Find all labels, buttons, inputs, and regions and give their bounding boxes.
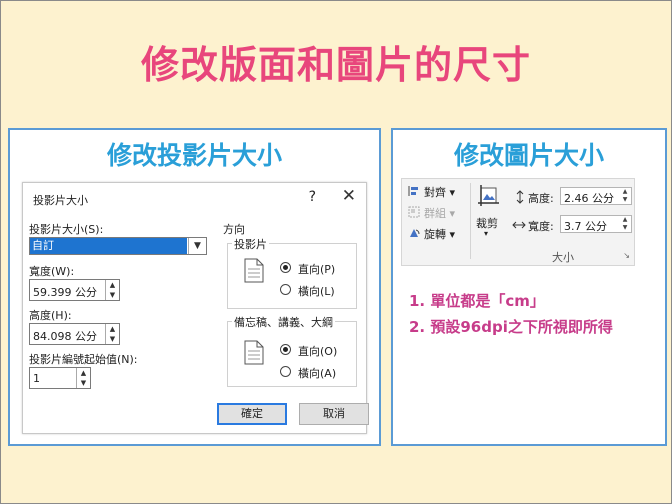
portrait-page-icon bbox=[244, 258, 264, 283]
crop-dropdown-icon[interactable]: ▾ bbox=[484, 229, 488, 238]
width-value: 3.7 公分 bbox=[564, 220, 607, 233]
notes-portrait-label: 直向(O) bbox=[298, 345, 338, 358]
numbering-label: 投影片編號起始值(N): bbox=[29, 353, 138, 366]
numbering-value: 1 bbox=[33, 372, 40, 385]
note-1: 1. 單位都是「cm」 bbox=[409, 292, 545, 310]
rotate-icon bbox=[410, 229, 420, 237]
notes-group-label: 備忘稿、講義、大綱 bbox=[232, 314, 335, 330]
group-label: 群組 bbox=[424, 207, 446, 220]
numbering-input[interactable]: 1 ▲ ▼ bbox=[29, 367, 91, 389]
slide-size-dialog: 投影片大小 ? ✕ 投影片大小(S): 自訂 ▼ 寬度(W): 59.399 公… bbox=[22, 182, 369, 434]
slide-size-heading: 修改投影片大小 bbox=[106, 141, 282, 170]
slides-landscape-label: 橫向(L) bbox=[298, 285, 335, 298]
rotate-label: 旋轉 bbox=[424, 228, 446, 241]
align-label: 對齊 bbox=[424, 186, 446, 199]
width-label: 寬度: bbox=[528, 220, 554, 233]
note-2: 2. 預設96dpi之下所視即所得 bbox=[409, 318, 613, 336]
width-spinner[interactable]: ▲ ▼ bbox=[619, 216, 631, 232]
size-group-label: 大小 bbox=[552, 251, 574, 264]
slides-portrait-radio[interactable] bbox=[280, 262, 291, 273]
align-button[interactable]: 對齊 ▾ bbox=[424, 184, 455, 200]
width-input[interactable]: 59.399 公分 ▲ ▼ bbox=[29, 279, 120, 301]
height-label: 高度(H): bbox=[29, 309, 72, 322]
notes-orientation-group: 備忘稿、講義、大綱 直向(O) 橫向(A) bbox=[227, 314, 357, 387]
slides-portrait-label: 直向(P) bbox=[298, 263, 336, 276]
slide-title: 修改版面和圖片的尺寸 bbox=[140, 43, 531, 87]
slides-landscape-radio[interactable] bbox=[280, 284, 291, 295]
crop-icon bbox=[478, 185, 499, 206]
slides-group-label: 投影片 bbox=[232, 236, 269, 252]
height-label: 高度: bbox=[528, 192, 554, 205]
height-spinner[interactable]: ▲ ▼ bbox=[619, 188, 631, 204]
orientation-label: 方向 bbox=[223, 223, 245, 236]
height-value: 2.46 公分 bbox=[564, 192, 614, 205]
height-input[interactable]: 2.46 公分 ▲ ▼ bbox=[560, 187, 632, 205]
notes-portrait-radio[interactable] bbox=[280, 344, 291, 355]
picture-size-panel: 修改圖片大小 對齊 ▾ 群組 ▾ 旋轉 ▾ 裁剪 ▾ 高度: 2.46 公分 ▲… bbox=[391, 128, 667, 446]
width-input[interactable]: 3.7 公分 ▲ ▼ bbox=[560, 215, 632, 233]
notes-page-icon bbox=[244, 340, 264, 365]
slide-size-panel: 修改投影片大小 投影片大小 ? ✕ 投影片大小(S): 自訂 ▼ 寬度(W): … bbox=[8, 128, 381, 446]
notes-landscape-radio[interactable] bbox=[280, 366, 291, 377]
height-icon bbox=[516, 190, 524, 204]
width-icon bbox=[512, 221, 526, 229]
help-button[interactable]: ? bbox=[309, 189, 316, 205]
slide-size-value: 自訂 bbox=[30, 238, 187, 254]
width-spinner[interactable]: ▲ ▼ bbox=[105, 280, 119, 300]
slide-size-select[interactable]: 自訂 ▼ bbox=[29, 237, 207, 255]
notes-landscape-label: 橫向(A) bbox=[298, 367, 337, 380]
height-spinner[interactable]: ▲ ▼ bbox=[105, 324, 119, 344]
cancel-button[interactable]: 取消 bbox=[299, 403, 369, 425]
chevron-down-icon[interactable]: ▼ bbox=[188, 238, 206, 254]
slides-orientation-group: 投影片 直向(P) 橫向(L) bbox=[227, 236, 357, 309]
group-button[interactable]: 群組 ▾ bbox=[424, 205, 455, 221]
picture-ribbon: 對齊 ▾ 群組 ▾ 旋轉 ▾ 裁剪 ▾ 高度: 2.46 公分 ▲ ▼ 寬度: … bbox=[401, 178, 635, 266]
dialog-launcher-icon[interactable]: ↘ bbox=[623, 251, 630, 260]
dialog-title: 投影片大小 bbox=[33, 194, 88, 207]
width-label: 寬度(W): bbox=[29, 265, 75, 278]
close-icon[interactable]: ✕ bbox=[342, 186, 356, 206]
numbering-spinner[interactable]: ▲ ▼ bbox=[76, 368, 90, 388]
ok-button[interactable]: 確定 bbox=[217, 403, 287, 425]
group-icon bbox=[408, 206, 420, 218]
rotate-button[interactable]: 旋轉 ▾ bbox=[424, 226, 455, 242]
slide-size-label: 投影片大小(S): bbox=[29, 223, 104, 236]
width-value: 59.399 公分 bbox=[33, 286, 97, 299]
height-input[interactable]: 84.098 公分 ▲ ▼ bbox=[29, 323, 120, 345]
ribbon-separator bbox=[470, 183, 471, 259]
height-value: 84.098 公分 bbox=[33, 330, 97, 343]
align-icon bbox=[408, 186, 418, 196]
picture-size-heading: 修改圖片大小 bbox=[453, 141, 604, 170]
